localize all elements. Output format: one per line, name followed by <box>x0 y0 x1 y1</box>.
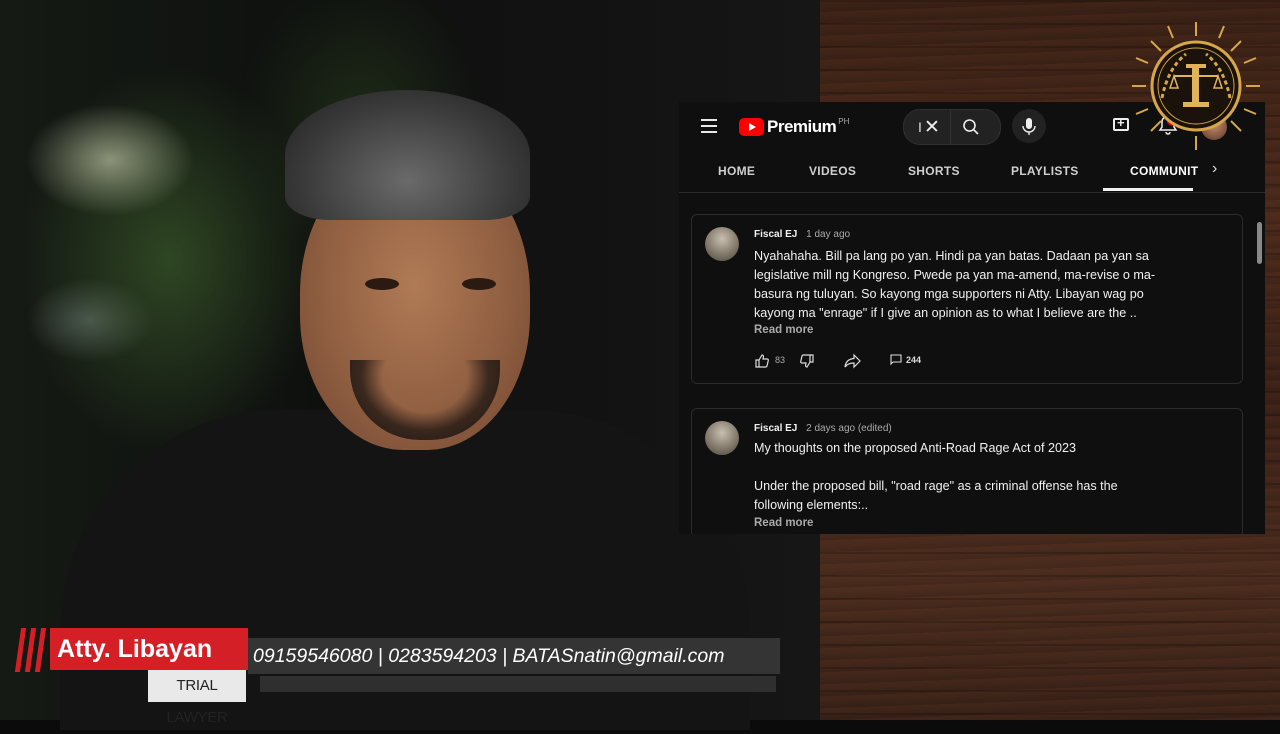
comment-icon[interactable] <box>890 354 902 366</box>
mic-button[interactable] <box>1012 109 1046 143</box>
menu-icon[interactable] <box>701 119 717 133</box>
country-code: PH <box>838 116 850 126</box>
post-author[interactable]: Fiscal EJ <box>754 423 797 434</box>
clear-icon[interactable]: ✕ <box>924 116 940 139</box>
presenter-name: Atty. Libayan <box>50 628 248 670</box>
tab-videos[interactable]: VIDEOS <box>809 164 856 178</box>
post-time[interactable]: 1 day ago <box>806 229 850 240</box>
post-header: Fiscal EJ 2 days ago (edited) <box>754 423 892 434</box>
create-icon[interactable] <box>1113 115 1129 131</box>
logo-text: Premium <box>767 117 837 136</box>
youtube-screenshot-panel: Premium PH I ✕ 7 HOME VIDEOS SHORTS PLAY… <box>679 102 1265 534</box>
post-line: Under the proposed bill, "road rage" as … <box>754 479 1118 493</box>
post-line: basura ng tuluyan. So kayong mga support… <box>754 287 1144 301</box>
tab-community[interactable]: COMMUNIT <box>1130 164 1198 178</box>
active-tab-indicator <box>1103 188 1193 191</box>
community-post: Fiscal EJ 1 day ago Nyahahaha. Bill pa l… <box>691 214 1243 384</box>
mic-icon <box>1022 118 1036 135</box>
tab-shorts[interactable]: SHORTS <box>908 164 960 178</box>
like-icon[interactable] <box>754 353 770 369</box>
post-line: following elements:.. <box>754 498 869 512</box>
tab-home[interactable]: HOME <box>718 164 755 178</box>
share-icon[interactable] <box>844 353 862 369</box>
post-header: Fiscal EJ 1 day ago <box>754 229 850 240</box>
author-avatar[interactable] <box>705 227 739 261</box>
post-line <box>754 458 1194 477</box>
post-line: My thoughts on the proposed Anti-Road Ra… <box>754 441 1077 455</box>
post-body: Nyahahaha. Bill pa lang po yan. Hindi pa… <box>754 247 1194 323</box>
post-line: Nyahahaha. Bill pa lang po yan. Hindi pa… <box>754 249 1149 263</box>
search-divider <box>950 110 951 144</box>
post-time[interactable]: 2 days ago (edited) <box>806 423 892 434</box>
youtube-logo-icon <box>739 118 764 136</box>
author-avatar[interactable] <box>705 421 739 455</box>
search-input[interactable]: I <box>918 119 922 135</box>
presenter-eye-left <box>365 278 399 290</box>
tab-playlists[interactable]: PLAYLISTS <box>1011 164 1079 178</box>
like-count: 83 <box>775 355 786 365</box>
dislike-icon[interactable] <box>799 353 815 369</box>
post-author[interactable]: Fiscal EJ <box>754 229 797 240</box>
read-more-link[interactable]: Read more <box>754 517 813 529</box>
channel-tabs: HOME VIDEOS SHORTS PLAYLISTS COMMUNIT › <box>679 158 1265 193</box>
scrollbar[interactable] <box>1257 222 1262 264</box>
contact-info: 09159546080 | 0283594203 | BATASnatin@gm… <box>248 638 780 674</box>
post-actions: 83 244 <box>754 351 1054 371</box>
post-line: legislative mill ng Kongreso. Pwede pa y… <box>754 268 1156 282</box>
comment-count[interactable]: 244 <box>906 355 921 365</box>
community-post: Fiscal EJ 2 days ago (edited) My thought… <box>691 408 1243 534</box>
post-line: kayong ma "enrage" if I give an opinion … <box>754 306 1137 320</box>
lower-third-accent <box>14 628 48 672</box>
read-more-link[interactable]: Read more <box>754 324 813 336</box>
contact-underbar <box>260 676 776 692</box>
scales-emblem-icon <box>1132 22 1260 150</box>
presenter-eye-right <box>462 278 496 290</box>
chevron-right-icon[interactable]: › <box>1212 160 1217 178</box>
youtube-logo[interactable]: Premium PH <box>739 117 849 137</box>
presenter-role: TRIAL LAWYER <box>148 670 246 726</box>
search-icon[interactable] <box>962 118 980 136</box>
search-box[interactable]: I ✕ <box>903 109 1001 145</box>
post-body: My thoughts on the proposed Anti-Road Ra… <box>754 439 1194 515</box>
presenter-hair <box>285 90 530 220</box>
